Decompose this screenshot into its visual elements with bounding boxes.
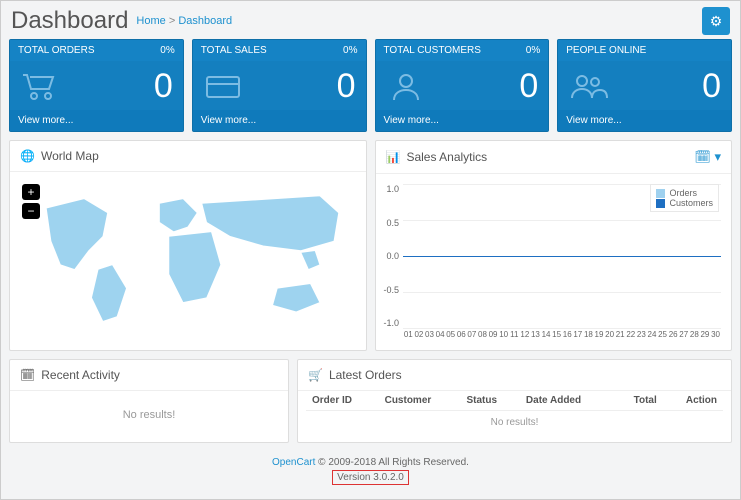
users-icon [568, 70, 608, 104]
line-customers [403, 256, 721, 257]
tile-online-more[interactable]: View more... [558, 110, 731, 131]
tile-total-orders: TOTAL ORDERS0% 0 View more... [9, 39, 184, 132]
user-icon [386, 70, 426, 104]
chart-legend: Orders Customers [650, 184, 719, 212]
tile-people-online: PEOPLE ONLINE 0 View more... [557, 39, 732, 132]
world-map[interactable]: + − [18, 180, 358, 340]
col-customer[interactable]: Customer [379, 391, 461, 411]
version-label: Version 3.0.2.0 [332, 470, 409, 485]
tile-sales-more[interactable]: View more... [193, 110, 366, 131]
zoom-in-button[interactable]: + [22, 184, 40, 200]
chart-icon: 📊 [386, 150, 401, 164]
cart-icon: 🛒 [308, 368, 323, 382]
world-map-panel: 🌐World Map + − [9, 140, 367, 351]
sales-analytics-panel: 📊 Sales Analytics 🗓 ▾ 1.00.50.0-0.5-1.0 [375, 140, 733, 351]
tile-customers-more[interactable]: View more... [376, 110, 549, 131]
zoom-out-button[interactable]: − [22, 203, 40, 219]
chart-range-button[interactable]: 🗓 ▾ [694, 149, 721, 165]
col-total[interactable]: Total [614, 391, 663, 411]
breadcrumb-current[interactable]: Dashboard [178, 15, 232, 27]
orders-table: Order ID Customer Status Date Added Tota… [306, 391, 723, 434]
footer: OpenCart © 2009-2018 All Rights Reserved… [1, 457, 740, 485]
settings-button[interactable]: ⚙ [702, 7, 730, 35]
card-icon [203, 70, 243, 104]
footer-brand-link[interactable]: OpenCart [272, 457, 315, 468]
col-action[interactable]: Action [663, 391, 723, 411]
sales-chart: 1.00.50.0-0.5-1.0 Orders Customers [384, 182, 724, 342]
tile-total-sales: TOTAL SALES0% 0 View more... [192, 39, 367, 132]
tile-orders-more[interactable]: View more... [10, 110, 183, 131]
orders-empty: No results! [306, 411, 723, 435]
col-order-id[interactable]: Order ID [306, 391, 379, 411]
calendar-icon: 🗓 [694, 149, 711, 164]
latest-orders-panel: 🛒Latest Orders Order ID Customer Status … [297, 359, 732, 443]
cart-icon [20, 70, 60, 104]
col-date[interactable]: Date Added [520, 391, 614, 411]
page-title: Dashboard [11, 7, 128, 35]
calendar-icon: 🗓 [20, 368, 35, 382]
recent-empty: No results! [18, 399, 280, 431]
gear-icon: ⚙ [710, 13, 723, 30]
tile-total-customers: TOTAL CUSTOMERS0% 0 View more... [375, 39, 550, 132]
breadcrumb: Home > Dashboard [136, 15, 232, 27]
globe-icon: 🌐 [20, 149, 35, 163]
recent-activity-panel: 🗓Recent Activity No results! [9, 359, 289, 443]
col-status[interactable]: Status [461, 391, 520, 411]
breadcrumb-home[interactable]: Home [136, 15, 165, 27]
